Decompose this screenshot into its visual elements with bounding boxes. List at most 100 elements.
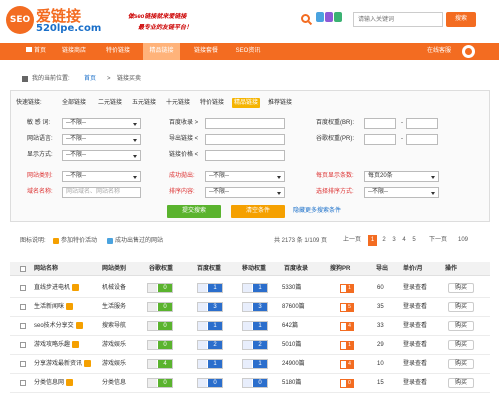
sort-order-select[interactable]: --不限-- (364, 187, 439, 198)
site-name[interactable]: 游戏攻略乐趣 (34, 342, 70, 348)
google-weight-badge: 0 (147, 321, 173, 331)
baidu-weight-badge: 1 (197, 321, 223, 331)
page-link[interactable]: 3 (390, 235, 398, 246)
column-header[interactable]: 网站名称 (34, 262, 58, 276)
mobile-weight-badge: 0 (242, 378, 268, 388)
site-category-select[interactable]: --不限-- (62, 171, 141, 182)
buy-button[interactable]: 购买 (448, 283, 474, 293)
quick-link[interactable]: 精品链接 (232, 98, 261, 108)
quick-link[interactable]: 全部链接 (60, 98, 88, 108)
domain-name-input[interactable]: 网站域名、网站名称 (62, 187, 141, 198)
avatar-icon[interactable] (462, 45, 475, 58)
google-pr-max-input[interactable] (406, 134, 438, 145)
submit-search-button[interactable]: 提交搜索 (167, 205, 221, 218)
baidu-index-input[interactable] (205, 118, 285, 129)
page-link[interactable]: 4 (400, 235, 408, 246)
page-link[interactable]: 2 (380, 235, 388, 246)
success-sold-select[interactable]: --不限-- (205, 171, 285, 182)
mobile-weight-value: 1 (253, 360, 267, 368)
column-header[interactable]: 百度权重 (197, 262, 221, 276)
quick-link[interactable]: 推荐链接 (266, 98, 294, 108)
nav-item-link-store[interactable]: 链接商店 (56, 43, 92, 60)
page-link-current[interactable]: 1 (368, 235, 377, 246)
price-cell[interactable]: 登录查看 (403, 355, 427, 374)
buy-button[interactable]: 购买 (448, 321, 474, 331)
sort-content-select[interactable]: --不限-- (205, 187, 285, 198)
mobile-weight-value: 1 (253, 322, 267, 330)
row-checkbox[interactable] (20, 342, 26, 348)
row-checkbox[interactable] (20, 361, 26, 367)
site-name[interactable]: 分类信息网 (34, 380, 64, 386)
column-header[interactable]: 导出 (376, 262, 388, 276)
filter-label: 域名名称: (27, 189, 53, 195)
buy-button[interactable]: 购买 (448, 340, 474, 350)
nav-item-premium-links[interactable]: 精品链接 (143, 43, 180, 60)
site-name-cell[interactable]: 游戏攻略乐趣 (34, 336, 80, 355)
nav-item-special-links[interactable]: 特价链接 (100, 43, 136, 60)
buy-button[interactable]: 购买 (448, 302, 474, 312)
row-checkbox[interactable] (20, 323, 26, 329)
quick-link[interactable]: 特价链接 (198, 98, 226, 108)
link-price-input[interactable] (205, 150, 285, 161)
logo-icon[interactable]: SEO (6, 6, 34, 34)
column-header[interactable]: 移动权重 (242, 262, 266, 276)
column-header[interactable]: 百度收录 (284, 262, 308, 276)
price-cell[interactable]: 登录查看 (403, 298, 427, 317)
mobile-icon (243, 322, 252, 330)
column-header[interactable]: 谷歌权重 (149, 262, 173, 276)
page-link[interactable]: 5 (410, 235, 418, 246)
buy-button[interactable]: 购买 (448, 378, 474, 388)
home-icon (25, 47, 32, 52)
price-cell[interactable]: 登录查看 (403, 374, 427, 393)
nav-item-packages[interactable]: 链接套餐 (188, 43, 224, 60)
site-name[interactable]: 生活新闻咪 (34, 304, 64, 310)
baidu-weight-min-input[interactable] (364, 118, 396, 129)
breadcrumb-home[interactable]: 首页 (84, 68, 96, 90)
baidu-weight-max-input[interactable] (406, 118, 438, 129)
sogou-pr-value: 5 (346, 304, 353, 311)
google-weight-badge: 0 (147, 340, 173, 350)
online-service-link[interactable]: 在线客服 (427, 43, 451, 60)
special-offer-icon (66, 302, 74, 310)
site-name[interactable]: 直线步进电机 (34, 285, 70, 291)
price-cell[interactable]: 登录查看 (403, 279, 427, 298)
range-dash: - (401, 136, 403, 142)
site-name[interactable]: seo技术分享交 (34, 323, 74, 329)
nav-item-seo-news[interactable]: SEO资讯 (230, 43, 266, 60)
search-button[interactable]: 搜索 (446, 12, 476, 27)
sogou-pr-badge: 1 (340, 341, 354, 350)
breadcrumb-current: 链接买卖 (117, 76, 142, 82)
row-checkbox[interactable] (20, 304, 26, 310)
site-name-cell[interactable]: 生活新闻咪 (34, 298, 74, 317)
last-page-link[interactable]: 109 (455, 235, 471, 246)
select-all-checkbox[interactable] (20, 266, 26, 272)
price-cell[interactable]: 登录查看 (403, 317, 427, 336)
price-cell[interactable]: 登录查看 (403, 336, 427, 355)
display-mode-select[interactable]: --不限-- (62, 150, 141, 161)
next-page-link[interactable]: 下一页 (425, 235, 451, 246)
clear-conditions-button[interactable]: 清空条件 (231, 205, 285, 218)
site-name[interactable]: 分享游戏最新资讯 (34, 361, 82, 367)
site-name-cell[interactable]: seo技术分享交 (34, 317, 83, 336)
quick-link[interactable]: 五元链接 (130, 98, 158, 108)
quick-link[interactable]: 十元链接 (164, 98, 192, 108)
language-select[interactable]: --不限-- (62, 134, 141, 145)
export-links-input[interactable] (205, 134, 285, 145)
column-header[interactable]: 搜狗PR (330, 262, 350, 276)
sold-icon (107, 238, 113, 244)
toggle-advanced-link[interactable]: 隐藏更多搜索条件 (293, 205, 341, 218)
sogou-pr-badge: 0 (340, 379, 354, 388)
sensitive-word-select[interactable]: --不限-- (62, 118, 141, 129)
buy-button[interactable]: 购买 (448, 359, 474, 369)
page-size-select[interactable]: 每页20条 (364, 171, 439, 182)
site-name-cell[interactable]: 分享游戏最新资讯 (34, 355, 92, 374)
search-input[interactable] (353, 12, 443, 27)
site-name-cell[interactable]: 直线步进电机 (34, 279, 80, 298)
prev-page-link[interactable]: 上一页 (340, 235, 364, 246)
google-pr-min-input[interactable] (364, 134, 396, 145)
quick-link[interactable]: 二元链接 (96, 98, 124, 108)
nav-item-home[interactable]: 首页 (22, 43, 50, 60)
site-name-cell[interactable]: 分类信息网 (34, 374, 74, 393)
row-checkbox[interactable] (20, 380, 26, 386)
row-checkbox[interactable] (20, 285, 26, 291)
